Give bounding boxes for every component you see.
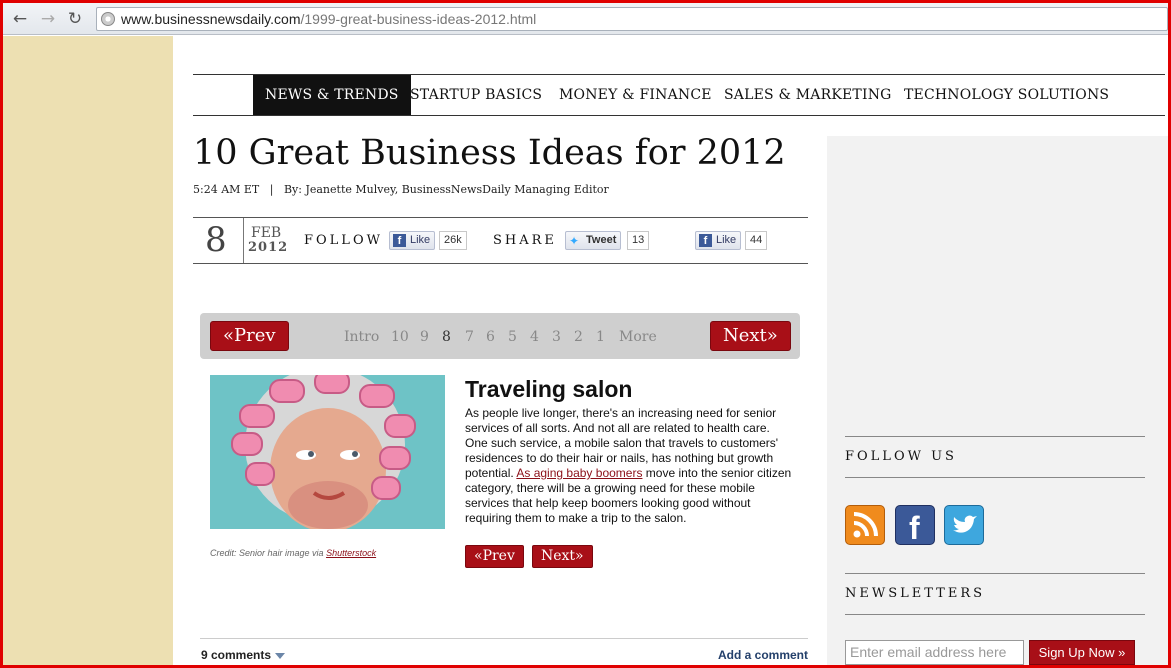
facebook-icon: f	[699, 234, 712, 247]
comments-divider	[200, 638, 808, 639]
pager-link-more[interactable]: More	[619, 329, 657, 345]
facebook-follow-like-button[interactable]: f Like	[389, 231, 436, 250]
twitter-icon[interactable]	[944, 505, 984, 545]
photo-credit: Credit: Senior hair image via Shuttersto…	[210, 548, 377, 558]
pager-link-4[interactable]: 4	[530, 329, 539, 345]
nav-technology-solutions[interactable]: TECHNOLOGY SOLUTIONS	[892, 75, 1121, 115]
page-content: NEWS & TRENDS STARTUP BASICS MONEY & FIN…	[173, 36, 1168, 665]
caret-down-icon	[275, 652, 286, 659]
pager-link-3[interactable]: 3	[552, 329, 561, 345]
tweet-count: 13	[627, 231, 650, 250]
date-day: 8	[205, 220, 227, 260]
pager-link-6[interactable]: 6	[486, 329, 495, 345]
pager-link-10[interactable]: 10	[391, 329, 409, 345]
slide-photo	[210, 375, 445, 529]
url-text: www.businessnewsdaily.com/1999-great-bus…	[121, 11, 537, 27]
pager-next-button[interactable]: Next»	[710, 321, 791, 351]
facebook-icon[interactable]: f	[895, 505, 935, 546]
back-arrow-icon[interactable]: ←	[9, 8, 31, 30]
share-label: SHARE	[493, 233, 557, 248]
share-like-count: 44	[745, 231, 768, 250]
follow-label: FOLLOW	[304, 233, 383, 248]
pager-link-1[interactable]: 1	[596, 329, 605, 345]
comments-toggle[interactable]: 9 comments	[201, 648, 286, 662]
follow-like-count: 26k	[439, 231, 467, 250]
follow-us-heading: FOLLOW US	[845, 436, 1145, 478]
date-year: 2012	[248, 240, 289, 255]
pager-link-7[interactable]: 7	[465, 329, 474, 345]
date-month: FEB	[251, 225, 282, 241]
pager-link-2[interactable]: 2	[574, 329, 583, 345]
nav-startup-basics[interactable]: STARTUP BASICS	[398, 75, 554, 115]
rss-icon[interactable]	[845, 505, 885, 545]
nav-news-trends[interactable]: NEWS & TRENDS	[253, 75, 411, 115]
forward-arrow-icon[interactable]: →	[37, 8, 59, 30]
nav-sales-marketing[interactable]: SALES & MARKETING	[712, 75, 904, 115]
pager-link-9[interactable]: 9	[420, 329, 429, 345]
nav-money-finance[interactable]: MONEY & FINANCE	[547, 75, 724, 115]
top-navigation: NEWS & TRENDS STARTUP BASICS MONEY & FIN…	[193, 74, 1165, 116]
article-byline: 5:24 AM ET | By: Jeanette Mulvey, Busine…	[193, 183, 609, 196]
pager-link-8-current[interactable]: 8	[442, 329, 451, 345]
slide-next-button[interactable]: Next»	[532, 545, 593, 568]
senior-woman-curlers-image	[210, 375, 445, 529]
add-comment-link[interactable]: Add a comment	[718, 648, 808, 662]
share-bar: 8 FEB 2012 FOLLOW f Like 26k SHARE ✦ Tweet…	[193, 217, 808, 264]
twitter-bird-icon: ✦	[569, 234, 580, 248]
tweet-button[interactable]: ✦ Tweet	[565, 231, 622, 250]
page-globe-icon	[101, 12, 115, 26]
newsletters-heading: NEWSLETTERS	[845, 573, 1145, 615]
slide-body: As people live longer, there's an increa…	[465, 406, 792, 525]
aging-baby-boomers-link[interactable]: As aging baby boomers	[516, 466, 642, 480]
signup-button[interactable]: Sign Up Now »	[1029, 640, 1135, 665]
slide-prev-button[interactable]: «Prev	[465, 545, 524, 568]
left-gutter	[3, 36, 173, 665]
newsletter-email-input[interactable]: Enter email address here	[845, 640, 1024, 665]
slide-title: Traveling salon	[465, 376, 633, 402]
date-divider	[243, 218, 244, 263]
pager-link-5[interactable]: 5	[508, 329, 517, 345]
address-bar[interactable]: www.businessnewsdaily.com/1999-great-bus…	[96, 7, 1168, 31]
right-sidebar: FOLLOW US f NEWSLETTERS Enter email addr…	[827, 136, 1168, 665]
facebook-share-like-button[interactable]: f Like	[695, 231, 742, 250]
page-title: 10 Great Business Ideas for 2012	[193, 133, 786, 173]
slideshow-pager: «Prev Intro 10 9 8 7 6 5 4 3 2 1 More Ne…	[200, 313, 800, 359]
svg-text:f: f	[909, 510, 920, 544]
facebook-icon: f	[393, 234, 406, 247]
shutterstock-link[interactable]: Shutterstock	[326, 548, 376, 558]
pager-prev-button[interactable]: «Prev	[210, 321, 289, 351]
reload-icon[interactable]: ↻	[64, 8, 86, 30]
browser-toolbar: ← → ↻ www.businessnewsdaily.com/1999-gre…	[3, 3, 1168, 35]
pager-link-intro[interactable]: Intro	[344, 329, 379, 345]
